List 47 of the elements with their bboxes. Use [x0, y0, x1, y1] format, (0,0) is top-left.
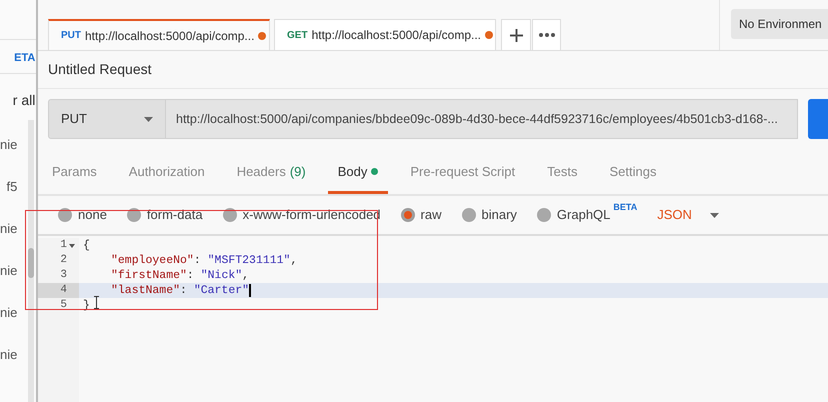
caret-icon — [710, 212, 719, 218]
code-line: { — [83, 238, 90, 254]
request-tab[interactable]: PUT http://localhost:5000/api/comp... — [48, 19, 270, 50]
radio-label[interactable]: binary — [482, 205, 517, 225]
radio-button[interactable] — [58, 208, 72, 222]
line-number: 4 — [60, 283, 67, 298]
new-tab-button[interactable] — [501, 19, 531, 50]
radio-button[interactable] — [222, 208, 237, 222]
more-button[interactable] — [532, 19, 561, 50]
text-cursor — [249, 284, 252, 297]
radio-label[interactable]: raw — [420, 205, 442, 225]
line-number: 3 — [60, 268, 67, 284]
sidebar-item[interactable]: f5 — [6, 165, 36, 207]
beta-label: ETA — [14, 51, 36, 66]
section-tab[interactable]: Body — [328, 152, 388, 194]
line-number: 5 — [60, 298, 67, 314]
radio-button[interactable] — [536, 208, 551, 222]
code-line: "lastName": "Carter" — [111, 282, 250, 299]
sidebar-item[interactable]: nie — [0, 207, 36, 249]
sidebar-item[interactable]: nie — [0, 291, 36, 333]
radio-button[interactable] — [126, 208, 141, 222]
format-selector[interactable]: JSON — [657, 205, 719, 225]
environment-selector[interactable]: No Environmen — [731, 9, 828, 39]
caret-icon — [144, 116, 153, 122]
radio-button[interactable] — [400, 208, 415, 222]
line-number: 1 — [60, 238, 67, 254]
radio-button[interactable] — [462, 208, 476, 222]
url-field[interactable]: http://localhost:5000/api/companies/bbdee09c-089b-4d30-bece-44df5923716c/employees/4b501cb3-d168-... — [166, 99, 798, 139]
sidebar-item[interactable]: nie — [0, 333, 36, 375]
sidebar-item[interactable]: nie — [0, 249, 36, 291]
request-tab[interactable]: GET http://localhost:5000/api/comp... — [274, 19, 496, 50]
radio-label[interactable]: form-data — [146, 205, 203, 225]
line-number: 2 — [60, 253, 67, 268]
plus-icon — [510, 28, 522, 42]
code-line: "firstName": "Nick", — [111, 268, 250, 284]
more-icon — [538, 33, 554, 37]
i-beam-cursor-icon — [93, 296, 100, 309]
section-tab[interactable]: Headers (9) — [226, 152, 316, 194]
scrollbar[interactable] — [28, 120, 34, 402]
method-selector[interactable]: PUT — [48, 99, 166, 139]
radio-label[interactable]: none — [78, 205, 107, 225]
beta-label: BETA — [613, 201, 638, 214]
sidebar-item[interactable]: nie — [0, 123, 36, 165]
request-title: Untitled Request — [48, 60, 152, 79]
code-line: "employeeNo": "MSFT231111", — [111, 252, 298, 269]
fold-caret-icon[interactable] — [69, 244, 75, 248]
radio-label[interactable]: GraphQL — [556, 205, 610, 225]
